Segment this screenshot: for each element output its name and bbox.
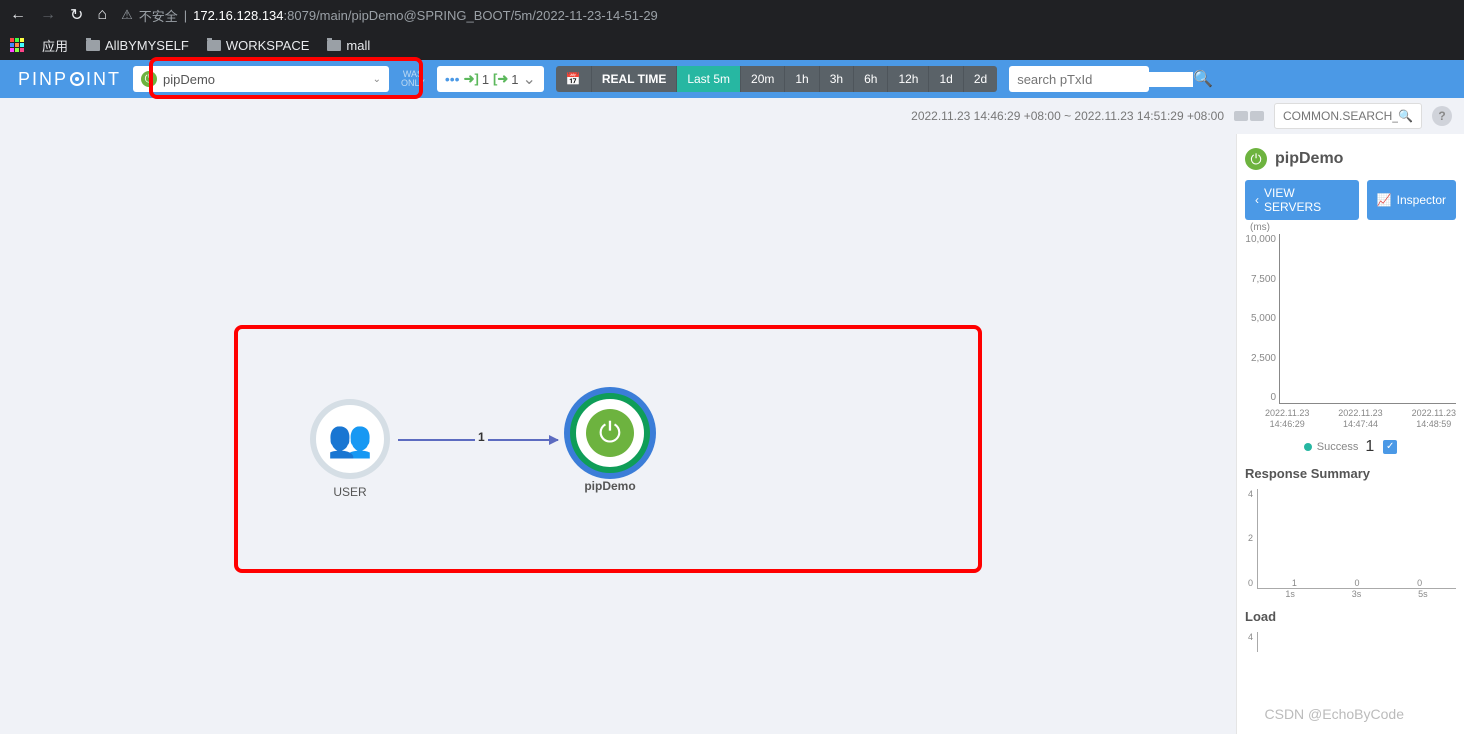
insecure-icon: ⚠ [121,7,133,23]
pinpoint-logo[interactable]: PINPINT [18,69,121,90]
time-range-1h[interactable]: 1h [785,66,819,92]
separator: | [184,8,187,23]
scatter-chart[interactable]: 10,000 7,500 5,000 2,500 0 2022.11.2314:… [1245,234,1456,456]
dots-icon: ••• [445,71,460,87]
chevron-left-icon: ‹ [1255,193,1259,207]
address-bar[interactable]: ⚠ 不安全 | 172.16.128.134:8079/main/pipDemo… [121,6,658,25]
forward-button[interactable]: → [40,6,56,24]
sidebar-title: ⏻ pipDemo [1245,144,1456,180]
time-range-5m[interactable]: Last 5m [677,66,741,92]
common-search[interactable]: 🔍 [1274,103,1422,129]
outbound-count: 1 [511,72,518,87]
success-checkbox[interactable]: ✓ [1383,440,1397,454]
x-tick: 2022.11.2314:48:59 [1412,408,1456,430]
sub-header: 2022.11.23 14:46:29 +08:00 ~ 2022.11.23 … [0,98,1464,134]
spring-boot-icon: ⏻ [1245,148,1267,170]
bookmark-bar: 应用 AllBYMYSELF WORKSPACE mall [0,30,1464,60]
main-content: 👥 USER 1 ⏻ pipDemo ⏻ pipDemo ‹VIEW SERVE… [0,134,1464,734]
time-range-display: 2022.11.23 14:46:29 +08:00 ~ 2022.11.23 … [911,109,1224,123]
load-chart[interactable]: 4 [1245,632,1456,652]
bookmark-folder[interactable]: mall [327,38,370,53]
tutorial-icons[interactable] [1234,111,1264,121]
bookmark-folder[interactable]: WORKSPACE [207,38,310,53]
inbound-count: 1 [482,72,489,87]
browser-chrome: ← → ↻ ⌂ ⚠ 不安全 | 172.16.128.134:8079/main… [0,0,1464,60]
folder-icon [207,40,221,51]
response-summary-chart[interactable]: 4 2 0 1 0 0 1s 3s 5s [1245,489,1456,599]
pinpoint-header: PINPINT pipDemo ⌄ WASONLY ••• ➜]1 [➜1 ⌄ … [0,60,1464,98]
chevron-down-icon: ⌄ [373,74,381,85]
common-search-input[interactable] [1283,109,1398,123]
bookmark-folder[interactable]: AllBYMYSELF [86,38,189,53]
user-node[interactable]: 👥 USER [310,399,390,499]
realtime-button[interactable]: REAL TIME [592,66,677,92]
search-input[interactable] [1017,72,1193,87]
server-map[interactable]: 👥 USER 1 ⏻ pipDemo [0,134,1236,734]
view-servers-button[interactable]: ‹VIEW SERVERS [1245,180,1359,220]
spring-boot-icon [141,71,157,87]
time-range-20m[interactable]: 20m [741,66,785,92]
apps-icon[interactable] [10,38,24,52]
x-tick: 2022.11.2314:46:29 [1265,408,1309,430]
time-range-2d[interactable]: 2d [964,66,997,92]
time-range-1d[interactable]: 1d [929,66,963,92]
apps-label[interactable]: 应用 [42,36,68,55]
load-title: Load [1245,609,1456,624]
chart-icon: 📈 [1377,193,1392,207]
reload-button[interactable]: ↻ [70,5,83,25]
success-dot [1304,443,1312,451]
time-range-controls: 📅 REAL TIME Last 5m 20m 1h 3h 6h 12h 1d … [556,66,997,92]
user-node-label: USER [310,485,390,499]
browser-toolbar: ← → ↻ ⌂ ⚠ 不安全 | 172.16.128.134:8079/main… [0,0,1464,30]
inspector-button[interactable]: 📈Inspector [1367,180,1456,220]
time-range-3h[interactable]: 3h [820,66,854,92]
calendar-button[interactable]: 📅 [556,66,592,92]
back-button[interactable]: ← [10,6,26,24]
sidebar-app-name: pipDemo [1275,150,1343,168]
transaction-search[interactable]: 🔍 [1009,66,1149,92]
url-text: 172.16.128.134:8079/main/pipDemo@SPRING_… [193,8,658,23]
edge-count: 1 [475,430,488,444]
app-node-label: pipDemo [570,479,650,493]
bidirectional-toggle[interactable]: ••• ➜]1 [➜1 ⌄ [437,66,544,92]
spring-boot-icon: ⏻ [586,409,634,457]
time-range-12h[interactable]: 12h [888,66,929,92]
was-only-label: WASONLY [401,70,425,88]
app-node[interactable]: ⏻ pipDemo [570,393,650,493]
chevron-down-icon: ⌄ [523,69,536,89]
application-selector[interactable]: pipDemo ⌄ [133,66,389,92]
search-icon[interactable]: 🔍 [1193,69,1213,89]
insecure-label: 不安全 [139,6,178,25]
help-button[interactable]: ? [1432,106,1452,126]
response-summary-title: Response Summary [1245,466,1456,481]
detail-sidebar: ⏻ pipDemo ‹VIEW SERVERS 📈Inspector 10,00… [1236,134,1464,734]
search-icon[interactable]: 🔍 [1398,109,1413,123]
folder-icon [86,40,100,51]
selected-app-name: pipDemo [163,72,373,87]
time-range-6h[interactable]: 6h [854,66,888,92]
home-button[interactable]: ⌂ [97,6,107,24]
scatter-legend: Success 1 ✓ [1245,438,1456,456]
watermark: CSDN @EchoByCode [1265,706,1405,722]
folder-icon [327,40,341,51]
users-icon: 👥 [328,418,373,460]
x-tick: 2022.11.2314:47:44 [1338,408,1382,430]
